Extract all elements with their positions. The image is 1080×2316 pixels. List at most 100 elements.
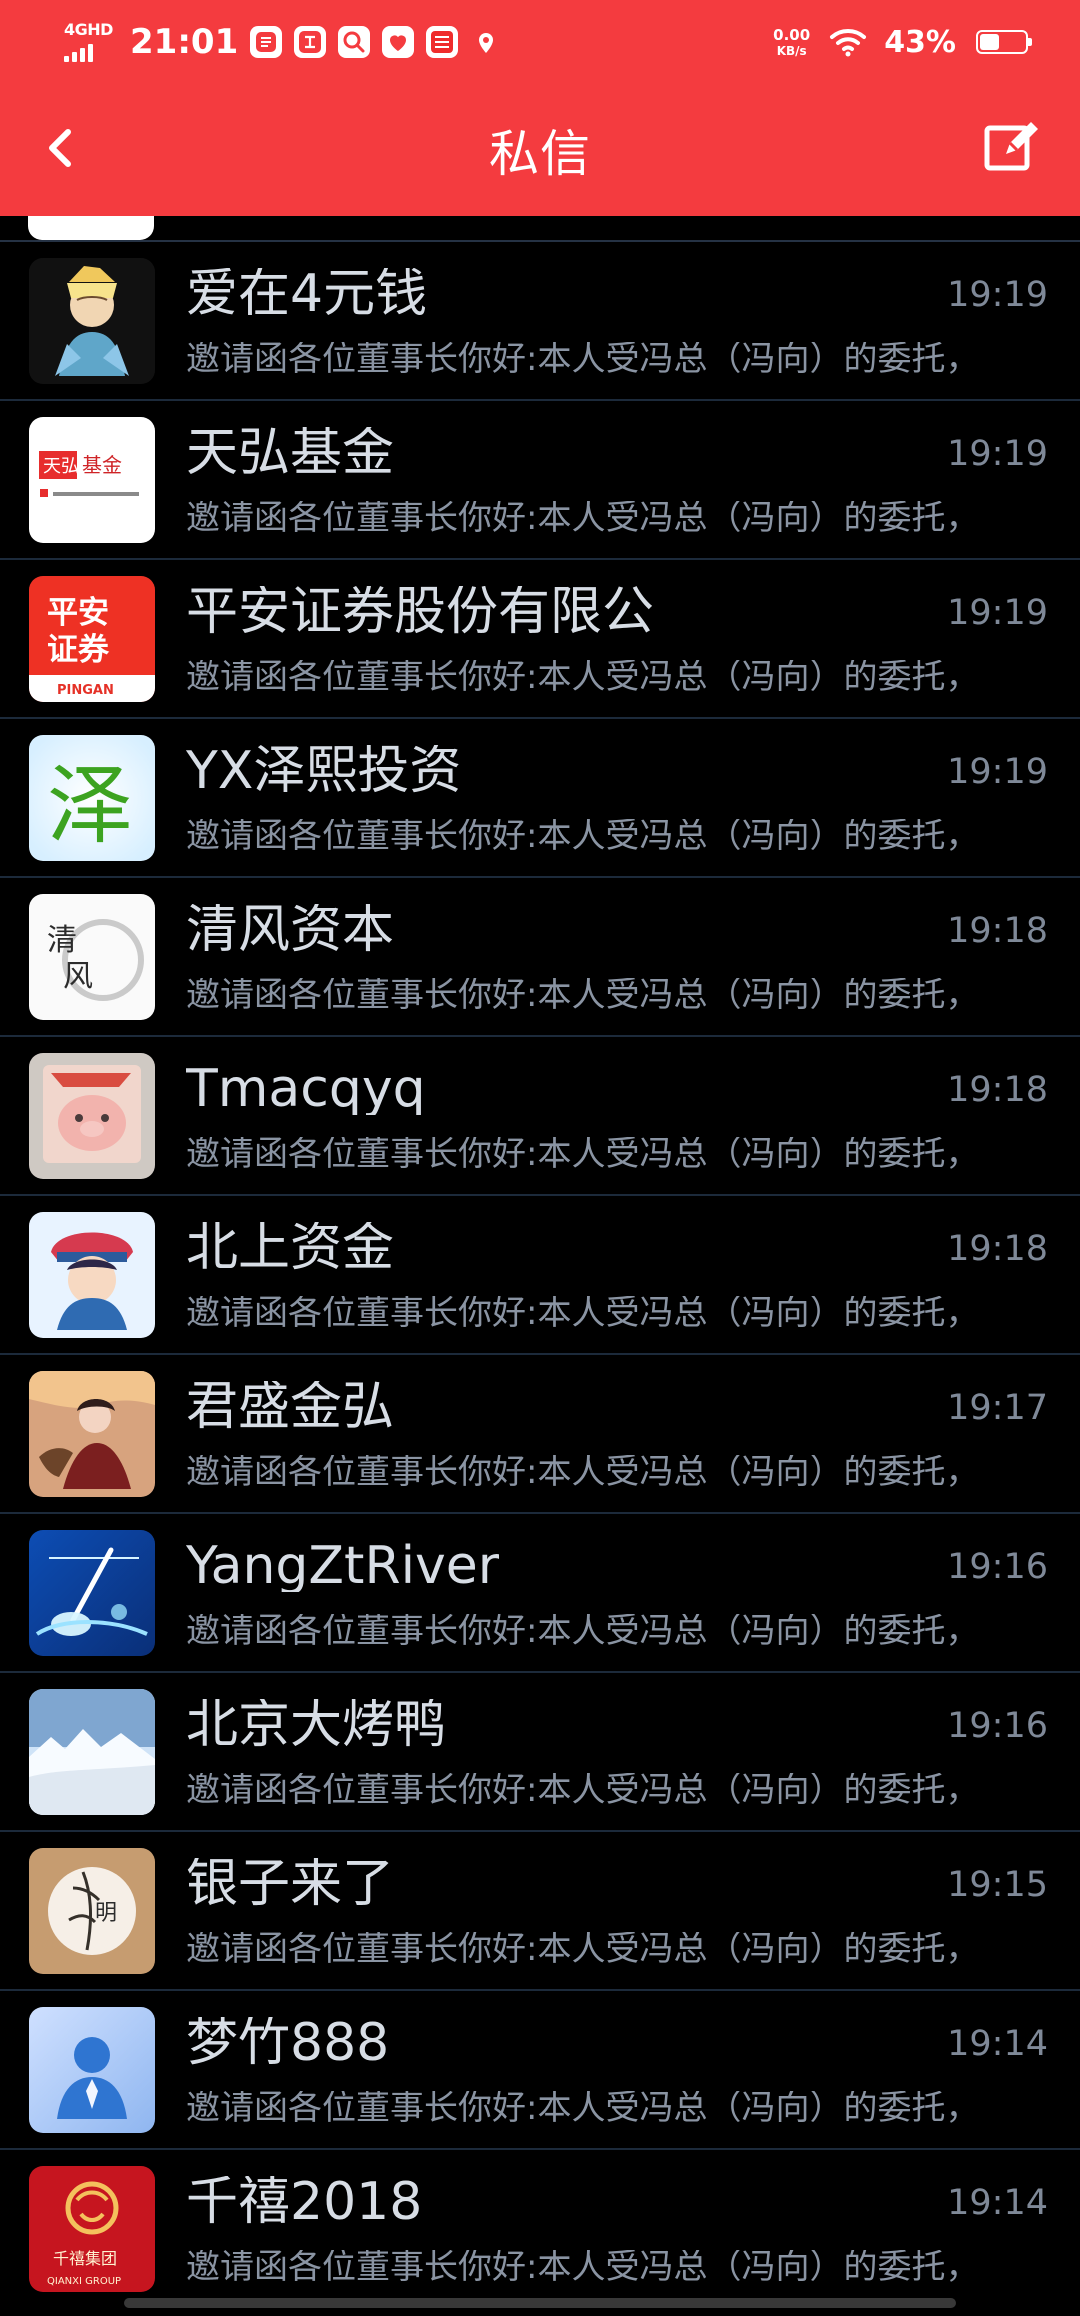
- partial-list-item: [0, 216, 1080, 242]
- conversation-time: 19:19: [947, 593, 1048, 633]
- conversation-preview: 邀请函各位董事长你好:本人受冯总（冯向）的委托，: [186, 342, 980, 376]
- conversation-time: 19:16: [947, 1547, 1048, 1587]
- network-signal: 4GHD: [64, 18, 116, 66]
- conversation-time: 19:17: [947, 1388, 1048, 1428]
- default-user-avatar: [29, 2007, 155, 2133]
- battery-fill: [980, 34, 999, 50]
- signal-bar: [64, 56, 69, 62]
- signal-bar: [88, 44, 93, 62]
- conversation-row[interactable]: 君盛金弘 19:17 邀请函各位董事长你好:本人受冯总（冯向）的委托，: [0, 1355, 1080, 1514]
- conversation-row[interactable]: 平安 证券 PINGAN 平安证券股份有限公 19:19 邀请函各位董事长你好:…: [0, 560, 1080, 719]
- network-speed-unit: KB/s: [776, 43, 807, 58]
- chevron-left-icon: [49, 129, 71, 167]
- conversation-preview: 邀请函各位董事长你好:本人受冯总（冯向）的委托，: [186, 1137, 980, 1171]
- back-button[interactable]: [26, 112, 98, 184]
- battery-percent: 43%: [884, 24, 956, 60]
- conversation-time: 19:18: [947, 1229, 1048, 1269]
- conversation-preview: 邀请函各位董事长你好:本人受冯总（冯向）的委托，: [186, 819, 980, 853]
- conversation-name: 千禧2018: [186, 2176, 423, 2228]
- battery-icon: [976, 30, 1032, 54]
- conversation-name: 天弘基金: [186, 427, 395, 479]
- conversation-preview: 邀请函各位董事长你好:本人受冯总（冯向）的委托，: [186, 1932, 980, 1966]
- svg-text:证券: 证券: [47, 632, 110, 668]
- qianxi-group-avatar: 千禧集团 QIANXI GROUP: [29, 2166, 155, 2292]
- svg-text:千禧集团: 千禧集团: [53, 2249, 117, 2268]
- status-right: 0.00 KB/s 43%: [773, 24, 1032, 60]
- conversation-row[interactable]: 泽 YX泽熙投资 19:19 邀请函各位董事长你好:本人受冯总（冯向）的委托，: [0, 719, 1080, 878]
- conversation-name: 银子来了: [186, 1858, 395, 1910]
- conversation-preview: 邀请函各位董事长你好:本人受冯总（冯向）的委托，: [186, 978, 980, 1012]
- conversation-name: 北京大烤鸭: [186, 1699, 447, 1751]
- search-icon: [338, 26, 371, 58]
- conversation-preview: 邀请函各位董事长你好:本人受冯总（冯向）的委托，: [186, 2250, 980, 2284]
- conversation-row[interactable]: 明 银子来了 19:15 邀请函各位董事长你好:本人受冯总（冯向）的委托，: [0, 1832, 1080, 1991]
- ze-character-avatar: 泽: [29, 735, 155, 861]
- conversation-name: 君盛金弘: [186, 1381, 395, 1433]
- conversation-name: YangZtRiver: [186, 1540, 500, 1592]
- conversation-row[interactable]: 天 弘 基金 天弘基金 19:19 邀请函各位董事长你好:本人受冯总（冯向）的委…: [0, 401, 1080, 560]
- ming-bamboo-avatar: 明: [29, 1848, 155, 1974]
- svg-text:泽: 泽: [47, 756, 133, 856]
- network-speed-value: 0.00: [773, 25, 811, 44]
- svg-text:PINGAN: PINGAN: [57, 683, 114, 698]
- pingan-icon: [426, 26, 459, 58]
- partial-avatar: [28, 216, 154, 240]
- conversation-name: YX泽熙投资: [186, 745, 462, 797]
- conversation-time: 19:14: [947, 2024, 1048, 2064]
- conversation-row[interactable]: YangZtRiver 19:16 邀请函各位董事长你好:本人受冯总（冯向）的委…: [0, 1514, 1080, 1673]
- conversation-name: 北上资金: [186, 1222, 395, 1274]
- conversation-time: 19:18: [947, 1070, 1048, 1110]
- conversation-preview: 邀请函各位董事长你好:本人受冯总（冯向）的委托，: [186, 1296, 980, 1330]
- warrior-avatar: [29, 1371, 155, 1497]
- app-header: 4GHD 21:01 0.00 KB/s 43% 私信: [0, 0, 1080, 216]
- svg-text:弘: 弘: [61, 456, 79, 477]
- portrait-avatar: [29, 258, 155, 384]
- signal-bar: [72, 52, 77, 62]
- conversation-name: 平安证券股份有限公: [186, 586, 655, 638]
- pay-icon: [294, 26, 327, 58]
- status-time: 21:01: [130, 22, 239, 62]
- svg-text:平安: 平安: [47, 595, 109, 631]
- svg-text:基金: 基金: [82, 453, 122, 477]
- conversation-time: 19:19: [947, 752, 1048, 792]
- qingfeng-calligraphy-avatar: 清 风: [29, 894, 155, 1020]
- conversation-row[interactable]: 北京大烤鸭 19:16 邀请函各位董事长你好:本人受冯总（冯向）的委托，: [0, 1673, 1080, 1832]
- pig-photo-avatar: [29, 1053, 155, 1179]
- conversation-row[interactable]: 梦竹888 19:14 邀请函各位董事长你好:本人受冯总（冯向）的委托，: [0, 1991, 1080, 2150]
- pingan-logo-avatar: 平安 证券 PINGAN: [29, 576, 155, 702]
- heart-icon: [382, 26, 415, 58]
- conversation-name: Tmacqyq: [186, 1063, 426, 1115]
- conversation-time: 19:14: [947, 2183, 1048, 2223]
- page-title: 私信: [489, 125, 591, 183]
- message-list[interactable]: 爱在4元钱 19:19 邀请函各位董事长你好:本人受冯总（冯向）的委托， 天 弘…: [0, 216, 1080, 2316]
- conversation-preview: 邀请函各位董事长你好:本人受冯总（冯向）的委托，: [186, 2091, 980, 2125]
- status-left: 4GHD 21:01: [64, 18, 502, 66]
- conversation-name: 梦竹888: [186, 2017, 390, 2069]
- wifi-icon: [828, 26, 868, 58]
- tasks-icon: [250, 26, 283, 58]
- conversation-name: 清风资本: [186, 904, 395, 956]
- conversation-row[interactable]: 北上资金 19:18 邀请函各位董事长你好:本人受冯总（冯向）的委托，: [0, 1196, 1080, 1355]
- conversation-row[interactable]: 清 风 清风资本 19:18 邀请函各位董事长你好:本人受冯总（冯向）的委托，: [0, 878, 1080, 1037]
- title-bar: 私信: [0, 84, 1080, 216]
- snow-mountain-avatar: [29, 1689, 155, 1815]
- compose-button[interactable]: [972, 108, 1052, 188]
- conversation-time: 19:18: [947, 911, 1048, 951]
- network-speed: 0.00 KB/s: [773, 25, 811, 58]
- conversation-row[interactable]: 千禧集团 QIANXI GROUP 千禧2018 19:14 邀请函各位董事长你…: [0, 2150, 1080, 2316]
- tianhong-logo-avatar: 天 弘 基金: [29, 417, 155, 543]
- svg-text:QIANXI GROUP: QIANXI GROUP: [47, 2276, 121, 2287]
- svg-text:清: 清: [47, 923, 77, 958]
- status-bar: 4GHD 21:01 0.00 KB/s 43%: [0, 0, 1080, 84]
- conversation-preview: 邀请函各位董事长你好:本人受冯总（冯向）的委托，: [186, 1773, 980, 1807]
- svg-text:天: 天: [43, 456, 61, 477]
- conversation-name: 爱在4元钱: [186, 268, 428, 320]
- conversation-row[interactable]: Tmacqyq 19:18 邀请函各位董事长你好:本人受冯总（冯向）的委托，: [0, 1037, 1080, 1196]
- svg-text:风: 风: [63, 959, 93, 994]
- conversation-preview: 邀请函各位董事长你好:本人受冯总（冯向）的委托，: [186, 1614, 980, 1648]
- conversation-preview: 邀请函各位董事长你好:本人受冯总（冯向）的委托，: [186, 660, 980, 694]
- location-icon: [470, 26, 502, 58]
- conversation-time: 19:16: [947, 1706, 1048, 1746]
- conversation-row[interactable]: 爱在4元钱 19:19 邀请函各位董事长你好:本人受冯总（冯向）的委托，: [0, 242, 1080, 401]
- conversation-time: 19:19: [947, 434, 1048, 474]
